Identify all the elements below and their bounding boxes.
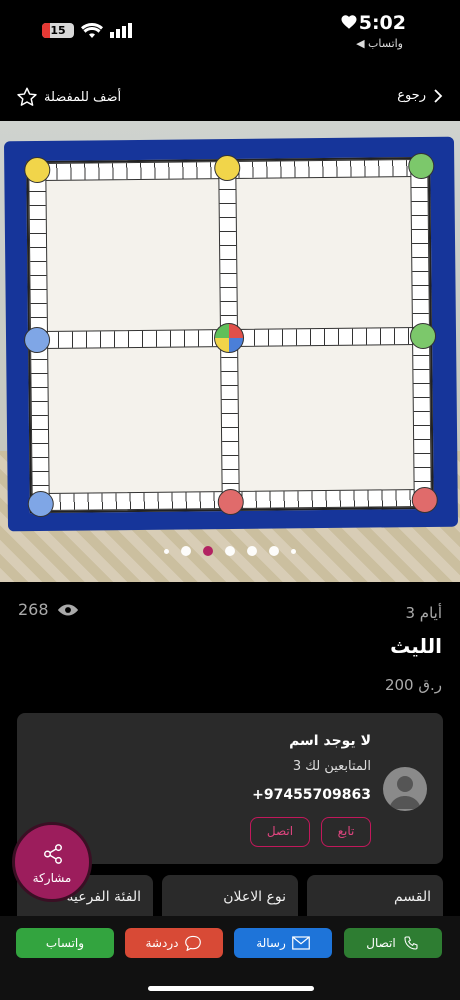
top-nav: أضف للمفضلة رجوع [0, 82, 460, 116]
back-to-app-link[interactable]: ◀ واتساب [356, 37, 403, 50]
pagination-dot[interactable] [164, 548, 169, 554]
back-label: رجوع [397, 88, 426, 103]
view-count: 268 [18, 600, 79, 619]
status-time: 5:02 [358, 12, 406, 34]
listing-image[interactable] [0, 121, 460, 582]
chevron-right-icon [434, 88, 443, 103]
seller-name: لا يوجد اسم [289, 733, 371, 749]
chat-label: دردشة [145, 936, 179, 950]
pagination-dot[interactable] [225, 546, 235, 556]
phone-icon [404, 936, 418, 950]
bottom-action-bar: اتصال رسالة دردشة واتساب [0, 916, 460, 1000]
home-indicator[interactable] [148, 986, 314, 991]
pagination-dot-active[interactable] [203, 546, 213, 556]
back-button[interactable]: رجوع [397, 88, 444, 103]
heart-icon [341, 15, 357, 29]
envelope-icon [291, 936, 310, 950]
follow-button[interactable]: تابع [321, 817, 371, 847]
call-label: اتصال [366, 936, 396, 950]
signal-icon [110, 23, 132, 38]
call-button[interactable]: اتصال [344, 928, 442, 958]
chat-bubble-icon [185, 935, 202, 951]
user-icon [389, 776, 421, 809]
battery-icon: 15 [42, 23, 74, 38]
pagination-dot[interactable] [181, 546, 191, 556]
seller-followers: المتابعين لك 3 [293, 759, 371, 774]
followers-label: المتابعين لك [305, 759, 371, 774]
pagination-dot[interactable] [269, 546, 279, 556]
share-icon [44, 844, 62, 864]
add-favorite-label: أضف للمفضلة [44, 89, 122, 105]
view-count-value: 268 [18, 600, 49, 619]
star-icon [17, 87, 37, 106]
wifi-icon [81, 22, 103, 38]
seller-phone[interactable]: +97455709863 [252, 787, 371, 803]
avatar[interactable] [383, 767, 427, 811]
status-bar: 5:02 ◀ واتساب 15 [0, 0, 460, 56]
pagination-dot[interactable] [291, 548, 296, 554]
whatsapp-button[interactable]: واتساب [16, 928, 114, 958]
gallery-pagination [0, 546, 460, 556]
battery-level: 15 [50, 24, 66, 37]
chat-button[interactable]: دردشة [125, 928, 223, 958]
share-button[interactable]: مشاركة [12, 822, 92, 902]
ludo-board-photo [3, 136, 459, 532]
followers-count: 3 [292, 759, 302, 774]
whatsapp-label: واتساب [45, 936, 85, 950]
message-button[interactable]: رسالة [234, 928, 332, 958]
contact-button[interactable]: اتصل [250, 817, 310, 847]
pagination-dot[interactable] [247, 546, 257, 556]
eye-icon [57, 604, 78, 615]
add-favorite-button[interactable]: أضف للمفضلة [16, 86, 121, 108]
message-label: رسالة [256, 936, 286, 950]
listing-age: 3 أيام [405, 604, 442, 622]
listing-price: 200 ر.ق [384, 676, 442, 694]
share-label: مشاركة [32, 871, 72, 885]
listing-title: الليث [390, 634, 442, 658]
